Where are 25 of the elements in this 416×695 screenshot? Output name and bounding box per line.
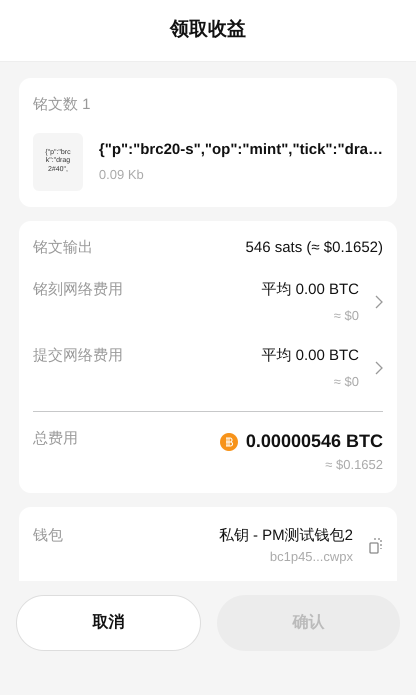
chevron-icon (375, 295, 383, 309)
fee-label: 铭刻网络费用 (33, 280, 123, 300)
copy-icon[interactable] (369, 538, 383, 554)
fee-label: 铭文输出 (33, 238, 93, 258)
fee-selector[interactable]: 平均 0.00 BTC ≈ $0 (261, 279, 383, 325)
fee-label: 提交网络费用 (33, 346, 123, 366)
total-value: 0.00000546 BTC (246, 430, 383, 453)
inscription-content: {"p":"brc20-s","op":"mint","tick":"dra… (98, 140, 383, 160)
total-usd: ≈ $0.1652 (325, 456, 383, 474)
fee-value: 平均 0.00 BTC (261, 280, 359, 300)
page-title: 领取收益 (170, 18, 246, 42)
fee-usd: ≈ $0 (334, 372, 359, 390)
wallet-name: 私钥 - PM测试钱包2 (218, 526, 353, 546)
wallet-label: 钱包 (33, 526, 63, 546)
section-label: 铭文数 1 (33, 95, 92, 115)
fee-selector[interactable]: 平均 0.00 BTC ≈ $0 (261, 345, 383, 391)
fee-usd: ≈ $0 (334, 306, 359, 324)
chevron-icon (375, 361, 383, 375)
cancel-button[interactable]: 取消 (16, 594, 201, 650)
inscription-size: 0.09 Kb (98, 166, 145, 184)
total-label: 总费用 (33, 429, 78, 449)
fee-value: 平均 0.00 BTC (261, 346, 359, 366)
bitcoin-icon (220, 432, 238, 450)
wallet-address: bc1p45...cwpx (270, 548, 353, 566)
fee-value: 546 sats (≈ $0.1652) (246, 238, 383, 258)
